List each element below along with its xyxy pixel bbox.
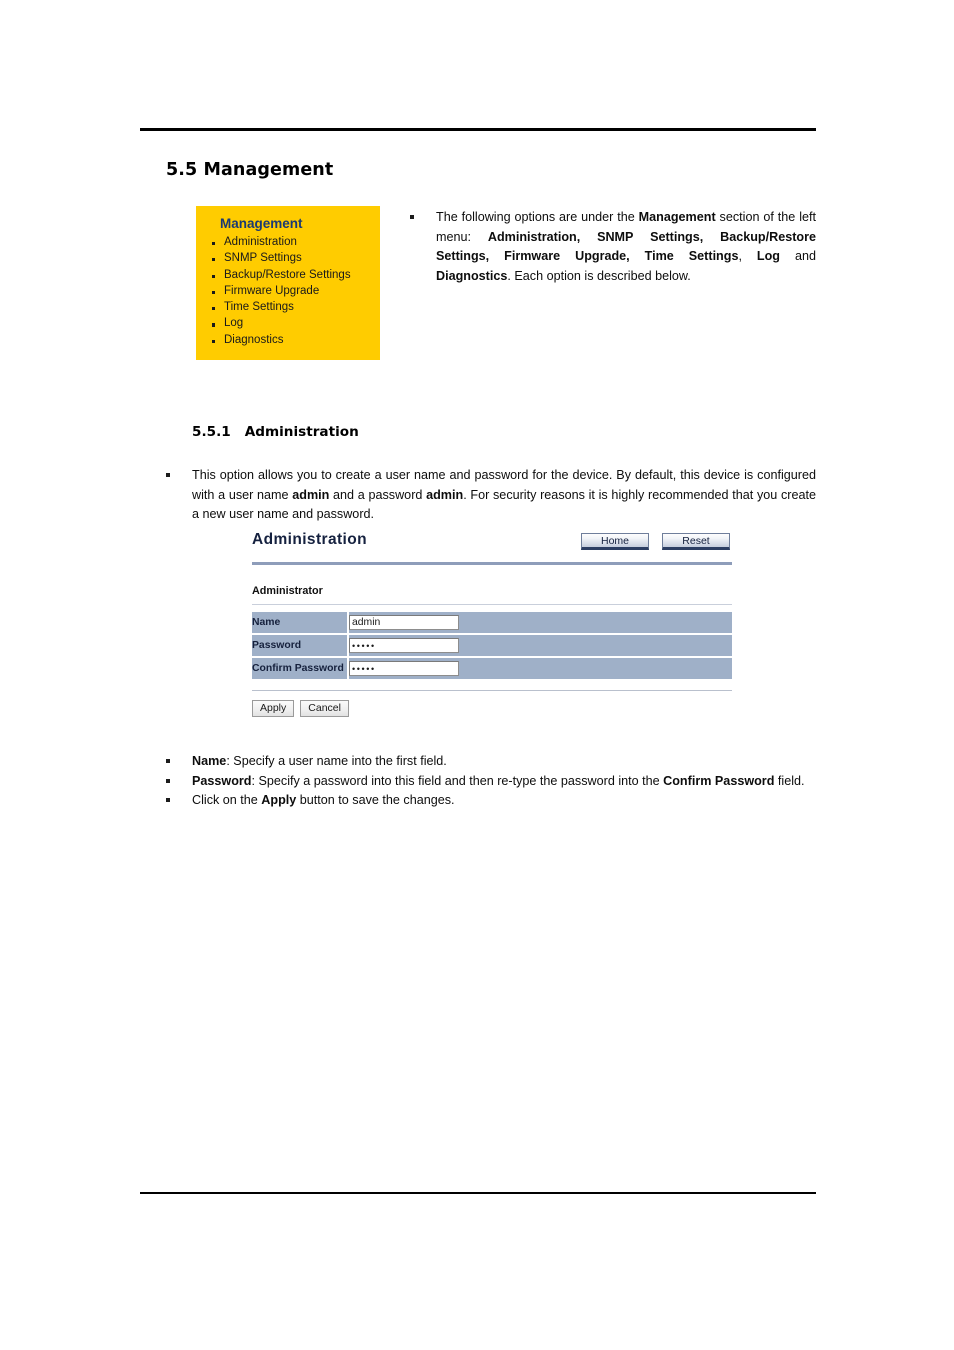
field-description-list: Name: Specify a user name into the first… [166,752,816,811]
row-field-password: ••••• [349,634,732,656]
management-menu-screenshot: Management Administration SNMP Settings … [196,206,380,361]
square-bullet-icon [166,791,192,803]
administrator-form-table: Name admin Password ••••• Confirm Passwo… [252,610,732,681]
password-field-description: Password: Specify a password into this f… [192,773,805,788]
row-label-password: Password [252,634,349,656]
square-bullet-icon [166,466,192,478]
subsection-number: 5.5.1 [192,424,231,441]
square-bullet-icon [410,208,436,220]
name-field-description: Name: Specify a user name into the first… [192,754,447,768]
row-label-name: Name [252,611,349,633]
apply-button[interactable]: Apply [252,699,295,717]
apply-button-description: Click on the Apply button to save the ch… [192,793,455,808]
form-actions: Apply Cancel [252,699,732,717]
panel-title-divider [252,562,732,565]
sidebar-item-diagnostics[interactable]: Diagnostics [210,332,372,348]
reset-button[interactable]: Reset [662,533,730,550]
sidebar-item-firmware-upgrade[interactable]: Firmware Upgrade [210,283,372,299]
sidebar-item-log[interactable]: Log [210,315,372,331]
administration-panel-screenshot: Administration Home Reset Administrator … [252,530,732,717]
administration-intro: This option allows you to create a user … [166,466,816,525]
table-row: Confirm Password ••••• [252,657,732,679]
panel-header-buttons: Home Reset [581,533,730,550]
subsection-label: Administration [244,424,359,441]
name-input[interactable]: admin [349,614,459,630]
administrator-section-divider [252,603,732,605]
square-bullet-icon [166,772,192,783]
row-field-confirm-password: ••••• [349,657,732,679]
management-overview-block: Management Administration SNMP Settings … [140,206,816,361]
sidebar-item-administration[interactable]: Administration [210,234,372,250]
management-description-text: The following options are under the Mana… [436,210,816,283]
management-menu-list: Administration SNMP Settings Backup/Rest… [210,234,372,348]
page-title: 5.5 Management [166,160,334,180]
confirm-password-input[interactable]: ••••• [349,660,459,676]
document-content: 5.5 Management Management Administration… [140,160,816,525]
row-label-confirm-password: Confirm Password [252,657,349,679]
sidebar-item-snmp-settings[interactable]: SNMP Settings [210,250,372,266]
row-field-name: admin [349,611,732,633]
cancel-button[interactable]: Cancel [300,699,349,717]
list-item: Name: Specify a user name into the first… [166,752,816,772]
management-menu-title: Management [220,216,303,231]
list-item: Click on the Apply button to save the ch… [166,791,816,811]
password-input[interactable]: ••••• [349,637,459,653]
sidebar-item-backup-restore-settings[interactable]: Backup/Restore Settings [210,267,372,283]
table-row: Name admin [252,611,732,633]
administration-intro-text: This option allows you to create a user … [192,468,816,522]
panel-header: Administration Home Reset [252,530,732,558]
administrator-section-label: Administrator [252,584,323,597]
home-button[interactable]: Home [581,533,649,550]
management-description: The following options are under the Mana… [410,208,816,286]
page-header-rule [140,128,816,131]
subsection-title: 5.5.1 Administration [192,424,816,440]
panel-title: Administration [252,531,367,548]
list-item: Password: Specify a password into this f… [166,772,816,792]
form-footer-divider [252,689,732,691]
table-row: Password ••••• [252,634,732,656]
square-bullet-icon [166,752,192,764]
page-footer-rule [140,1192,816,1194]
sidebar-item-time-settings[interactable]: Time Settings [210,299,372,315]
